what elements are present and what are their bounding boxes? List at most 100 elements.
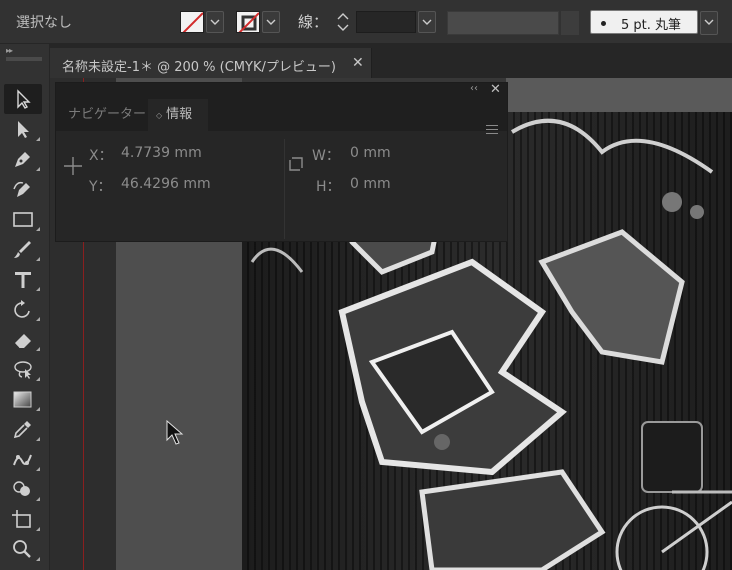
brush-name: 5 pt. 丸筆 [621, 18, 682, 33]
tool-group-indicator [36, 257, 40, 261]
document-tab-bar: 名称未設定-1＊ @ 200 % (CMYK/プレビュー) ✕ [50, 44, 732, 78]
brush-definition-select[interactable]: 5 pt. 丸筆 [590, 10, 698, 34]
zoom-magnifier-icon [13, 540, 31, 558]
selection-arrow-icon [17, 89, 31, 109]
stroke-weight-stepper[interactable] [335, 10, 351, 34]
tool-group-indicator [36, 527, 40, 531]
y-value: 46.4296 mm [121, 176, 211, 192]
tab-navigator[interactable]: ナビゲーター [68, 99, 146, 131]
close-icon[interactable]: ✕ [352, 55, 364, 71]
type-tool[interactable] [4, 264, 42, 294]
eraser-icon [14, 334, 31, 349]
brush-dropdown-button[interactable] [700, 11, 718, 35]
tools-panel: ▸▸ [0, 44, 50, 570]
stepper-arrows-icon [337, 13, 349, 31]
x-label: X： [89, 148, 113, 164]
tool-group-indicator [36, 317, 40, 321]
tab-info-label: 情報 [166, 107, 193, 122]
none-fill-icon [182, 12, 203, 32]
lasso-tool[interactable] [4, 354, 42, 384]
chevron-down-icon [266, 19, 276, 25]
artboard-top-edge [506, 78, 732, 112]
eyedropper-tool[interactable] [4, 414, 42, 444]
stroke-weight-input[interactable] [356, 11, 416, 33]
curvature-pen-icon [13, 181, 30, 197]
control-bar: 選択なし 線： 5 pt. 丸筆 [0, 0, 732, 44]
artboard-icon [12, 510, 31, 528]
tool-group-indicator [36, 497, 40, 501]
panel-grip-bar[interactable] [6, 57, 42, 61]
zoom-tool[interactable] [4, 534, 42, 564]
artboard-tool[interactable] [4, 504, 42, 534]
w-value: 0 mm [350, 145, 391, 161]
tool-group-indicator [36, 467, 40, 471]
none-stroke-icon [238, 12, 259, 32]
tool-group-indicator [36, 167, 40, 171]
variable-width-dropdown-button[interactable] [561, 11, 579, 35]
chevron-down-icon [704, 19, 714, 25]
gradient-icon [13, 391, 32, 408]
illustrator-window: { "control_bar": { "selection_label": "選… [0, 0, 732, 570]
x-value: 4.7739 mm [121, 145, 202, 161]
h-label: H： [316, 179, 341, 195]
eyedropper-icon [13, 421, 31, 439]
shape-builder-icon [13, 481, 30, 496]
puppet-warp-icon [13, 454, 32, 466]
gradient-tool[interactable] [4, 384, 42, 414]
document-tab[interactable]: 名称未設定-1＊ @ 200 % (CMYK/プレビュー) ✕ [50, 48, 372, 78]
close-icon[interactable]: ✕ [490, 82, 501, 97]
tab-options-icon: ◇ [156, 111, 163, 120]
chevron-down-icon [422, 19, 432, 25]
stroke-weight-label: 線： [298, 13, 329, 31]
tool-group-indicator [36, 437, 40, 441]
y-label: Y： [89, 179, 112, 195]
selection-tool[interactable] [4, 84, 42, 114]
dimensions-icon [289, 157, 303, 171]
rotate-tool[interactable] [4, 294, 42, 324]
panel-collapse-icon[interactable]: ▸▸ [6, 46, 13, 55]
tool-group-indicator [36, 287, 40, 291]
paintbrush-tool[interactable] [4, 234, 42, 264]
rectangle-tool[interactable] [4, 204, 42, 234]
lasso-icon [14, 361, 32, 379]
tool-group-indicator [36, 347, 40, 351]
tool-group-indicator [36, 557, 40, 561]
selection-status-label: 選択なし [16, 15, 72, 31]
tool-group-indicator [36, 137, 40, 141]
rotate-icon [14, 300, 30, 318]
direct-selection-tool[interactable] [4, 114, 42, 144]
info-panel: ‹‹ ✕ ナビゲーター ◇ 情報 X： 4.7739 mm Y： 46.4296 … [55, 82, 508, 242]
document-tab-title: 名称未設定-1＊ @ 200 % (CMYK/プレビュー) [62, 60, 336, 75]
w-label: W： [312, 148, 340, 164]
panel-tab-strip: ナビゲーター ◇ 情報 [56, 99, 507, 134]
panel-divider [284, 139, 285, 239]
eraser-tool[interactable] [4, 324, 42, 354]
tab-info[interactable]: ◇ 情報 [148, 99, 208, 131]
info-panel-body: X： 4.7739 mm Y： 46.4296 mm W： 0 mm H： 0 … [56, 131, 507, 241]
curvature-tool[interactable] [4, 174, 42, 204]
shape-builder-tool[interactable] [4, 474, 42, 504]
panel-title-bar[interactable]: ‹‹ ✕ [56, 82, 507, 99]
stroke-swatch[interactable] [236, 11, 260, 33]
h-value: 0 mm [350, 176, 391, 192]
fill-swatch[interactable] [180, 11, 204, 33]
tool-group-indicator [36, 377, 40, 381]
round-brush-icon [601, 21, 606, 26]
pen-icon [15, 152, 30, 167]
puppet-warp-tool[interactable] [4, 444, 42, 474]
rectangle-icon [13, 212, 33, 227]
direct-selection-arrow-icon [18, 121, 29, 138]
collapse-icon[interactable]: ‹‹ [470, 83, 478, 94]
tool-group-indicator [36, 227, 40, 231]
variable-width-profile-field[interactable] [447, 11, 559, 35]
crosshair-icon [64, 157, 82, 175]
mouse-pointer-icon [166, 420, 184, 445]
chevron-down-icon [210, 19, 220, 25]
pen-tool[interactable] [4, 144, 42, 174]
type-t-icon [15, 272, 31, 288]
tool-group-indicator [36, 407, 40, 411]
paintbrush-icon [14, 241, 31, 258]
stroke-weight-dropdown-button[interactable] [418, 11, 436, 33]
stroke-dropdown-button[interactable] [262, 11, 280, 33]
fill-dropdown-button[interactable] [206, 11, 224, 33]
